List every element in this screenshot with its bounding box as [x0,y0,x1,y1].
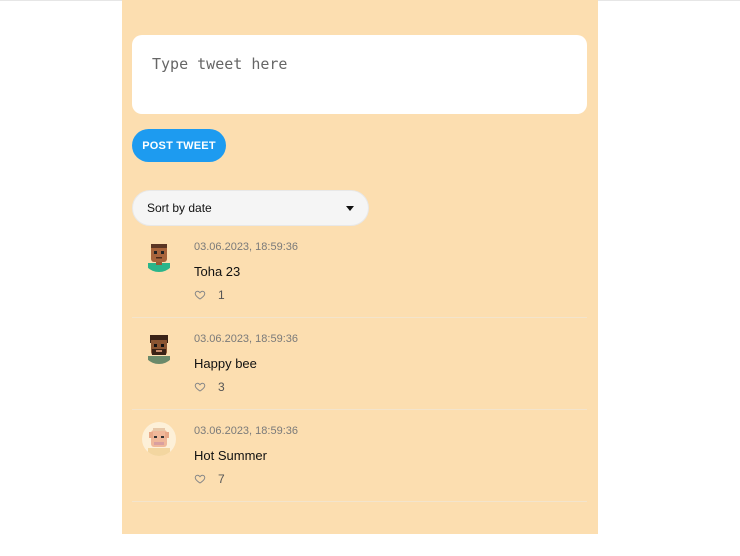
avatar [142,330,176,364]
like-count: 1 [218,288,225,302]
tweet-item: 03.06.2023, 18:59:36 Hot Summer 7 [132,410,587,502]
heart-icon[interactable] [194,289,206,301]
tweet-date: 03.06.2023, 18:59:36 [194,241,298,253]
tweet-text: Hot Summer [194,448,267,463]
feed-panel: POST TWEET Sort by date 03.06.2023, 18:5… [122,0,598,534]
heart-icon[interactable] [194,473,206,485]
tweet-item: 03.06.2023, 18:59:36 Toha 23 1 [132,226,587,318]
post-tweet-button[interactable]: POST TWEET [132,129,226,162]
like-count: 3 [218,380,225,394]
tweet-compose-box[interactable] [132,35,587,114]
tweet-list: 03.06.2023, 18:59:36 Toha 23 1 03.06.202… [132,226,587,502]
heart-icon[interactable] [194,381,206,393]
like-count: 7 [218,472,225,486]
avatar [142,238,176,272]
tweet-text: Happy bee [194,356,257,371]
tweet-input[interactable] [152,55,567,95]
avatar [142,422,176,456]
tweet-date: 03.06.2023, 18:59:36 [194,333,298,345]
tweet-likes: 3 [194,380,225,394]
tweet-item: 03.06.2023, 18:59:36 Happy bee 3 [132,318,587,410]
tweet-text: Toha 23 [194,264,241,279]
sort-selected-label: Sort by date [147,201,212,215]
sort-select[interactable]: Sort by date [132,190,369,226]
tweet-likes: 1 [194,288,225,302]
tweet-likes: 7 [194,472,225,486]
tweet-date: 03.06.2023, 18:59:36 [194,425,298,437]
caret-down-icon [346,205,354,211]
